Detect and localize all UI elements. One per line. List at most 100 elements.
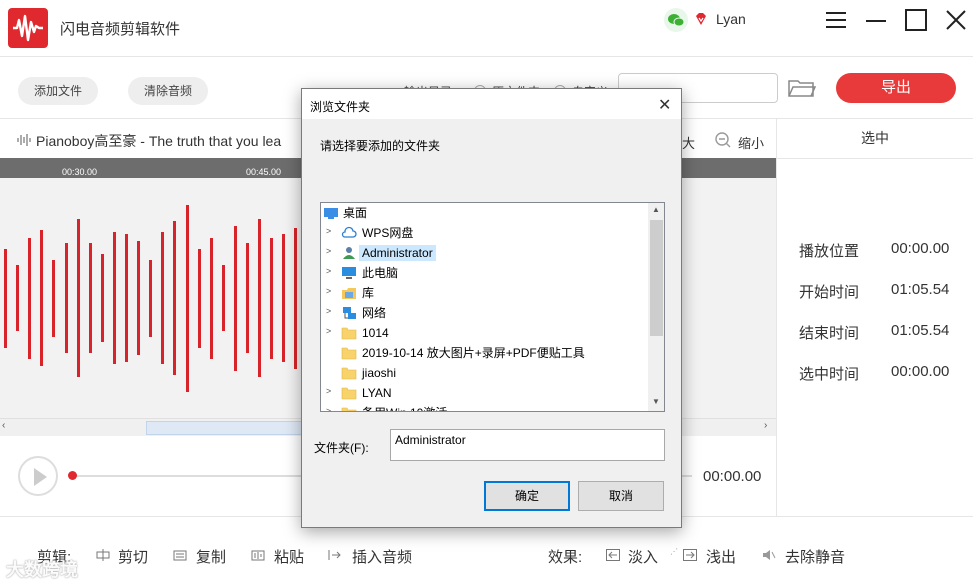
tree-item-label: 库 bbox=[362, 286, 375, 300]
tree-expand-icon[interactable]: > bbox=[326, 306, 331, 316]
tree-item-label: jiaoshi bbox=[362, 366, 397, 380]
tree-expand-icon[interactable]: > bbox=[326, 406, 331, 411]
tree-scrollbar[interactable]: ▲ ▼ bbox=[648, 203, 664, 411]
tree-item[interactable]: jiaoshi bbox=[321, 363, 647, 383]
waveform-bar bbox=[125, 234, 128, 362]
tree-expand-icon[interactable]: > bbox=[326, 226, 331, 236]
insert-audio-button[interactable]: 插入音频 bbox=[352, 546, 412, 567]
vip-diamond-icon bbox=[696, 13, 706, 25]
copy-icon bbox=[173, 550, 187, 561]
mute-icon bbox=[763, 550, 776, 560]
ok-button[interactable]: 确定 bbox=[484, 481, 570, 511]
network-icon bbox=[341, 306, 357, 320]
tree-item[interactable]: 2019-10-14 放大图片+录屏+PDF便贴工具 bbox=[321, 343, 647, 363]
fade-out-button[interactable]: 浅出 bbox=[706, 546, 736, 567]
user-name[interactable]: Lyan bbox=[716, 11, 746, 27]
add-file-button[interactable]: 添加文件 bbox=[18, 77, 98, 105]
waveform-bar bbox=[270, 238, 273, 359]
scroll-right-arrow-icon[interactable]: › bbox=[764, 420, 767, 431]
end-time-label: 结束时间 bbox=[799, 325, 860, 342]
play-position-value: 00:00.00 bbox=[891, 240, 950, 257]
scroll-up-arrow-icon[interactable]: ▲ bbox=[652, 205, 660, 214]
waveform-bar bbox=[282, 234, 285, 362]
folder-icon bbox=[341, 326, 357, 340]
paste-icon bbox=[251, 550, 265, 561]
app-logo bbox=[8, 8, 48, 48]
browse-folder-icon[interactable] bbox=[788, 78, 816, 98]
clear-audio-button[interactable]: 清除音频 bbox=[128, 77, 208, 105]
dialog-close-icon[interactable]: ✕ bbox=[658, 95, 671, 115]
waveform-bar bbox=[4, 249, 7, 348]
play-position-label: 播放位置 bbox=[799, 243, 860, 260]
tree-item[interactable]: > Administrator bbox=[321, 243, 647, 263]
tree-item-label: 桌面 bbox=[343, 206, 368, 220]
waveform-bar bbox=[149, 260, 152, 337]
playback-time: 00:00.00 bbox=[703, 468, 762, 485]
waveform-bar bbox=[101, 254, 104, 342]
tick-label: 00:45.00 bbox=[246, 167, 282, 177]
tree-item[interactable]: >1014 bbox=[321, 323, 647, 343]
wechat-icon[interactable] bbox=[664, 8, 688, 32]
browse-folder-dialog: 浏览文件夹 ✕ 请选择要添加的文件夹 > 备用Win 10激活 > LYAN jiaos… bbox=[301, 88, 682, 556]
waveform-bar bbox=[137, 241, 140, 355]
library-icon bbox=[341, 286, 357, 300]
tree-expand-icon[interactable]: > bbox=[326, 386, 331, 396]
cut-button[interactable]: 剪切 bbox=[118, 546, 148, 567]
scroll-thumb[interactable] bbox=[146, 421, 306, 435]
copy-button[interactable]: 复制 bbox=[196, 546, 226, 567]
tree-item[interactable]: > WPS网盘 bbox=[321, 223, 647, 243]
paste-button[interactable]: 粘贴 bbox=[274, 546, 304, 567]
dialog-body: 请选择要添加的文件夹 > 备用Win 10激活 > LYAN jiaoshi 2019-1… bbox=[302, 119, 681, 556]
fade-in-button[interactable]: 淡入 bbox=[628, 546, 658, 567]
selected-time-label: 选中时间 bbox=[799, 366, 860, 383]
tree-item[interactable]: > 此电脑 bbox=[321, 263, 647, 283]
computer-icon bbox=[341, 266, 357, 280]
waveform-bar bbox=[258, 219, 261, 377]
export-button[interactable]: 导出 bbox=[836, 73, 956, 103]
tree-expand-icon[interactable]: > bbox=[326, 266, 331, 276]
play-icon bbox=[34, 468, 47, 486]
folder-tree[interactable]: > 备用Win 10激活 > LYAN jiaoshi 2019-10-14 放大图片+录… bbox=[320, 202, 665, 412]
tree-item[interactable]: > 备用Win 10激活 bbox=[321, 403, 647, 411]
remove-silence-button[interactable]: 去除静音 bbox=[785, 546, 845, 567]
zoom-in-button[interactable]: 大 bbox=[682, 133, 695, 152]
tree-item[interactable]: > 库 bbox=[321, 283, 647, 303]
cancel-button[interactable]: 取消 bbox=[578, 481, 664, 511]
tree-item[interactable]: > 网络 bbox=[321, 303, 647, 323]
zoom-out-button[interactable]: 缩小 bbox=[738, 133, 764, 152]
dialog-title-bar: 浏览文件夹 ✕ bbox=[302, 89, 681, 119]
zoom-out-icon[interactable] bbox=[714, 131, 732, 149]
minimize-icon[interactable] bbox=[862, 6, 890, 34]
menu-icon[interactable] bbox=[822, 6, 850, 34]
effects-label: 效果: bbox=[548, 549, 583, 566]
scroll-left-arrow-icon[interactable]: ‹ bbox=[2, 420, 5, 431]
tree-expand-icon[interactable]: > bbox=[326, 326, 331, 336]
tree-item-label: 此电脑 bbox=[362, 266, 399, 280]
waveform-bar bbox=[52, 260, 55, 337]
folder-icon bbox=[341, 386, 357, 400]
tree-item[interactable]: 桌面 bbox=[321, 203, 647, 223]
scroll-down-arrow-icon[interactable]: ▼ bbox=[652, 397, 660, 406]
selection-panel: 选中 播放位置 00:00.00 开始时间 01:05.54 结束时间 01:0… bbox=[776, 118, 973, 516]
play-button[interactable] bbox=[18, 456, 58, 496]
app-title: 闪电音频剪辑软件 bbox=[60, 21, 181, 38]
waveform-bar bbox=[234, 226, 237, 371]
tick-label: 00:30.00 bbox=[62, 167, 98, 177]
playback-handle[interactable] bbox=[68, 471, 77, 480]
tree-expand-icon[interactable]: > bbox=[326, 286, 331, 296]
close-icon[interactable] bbox=[942, 6, 970, 34]
folder-icon bbox=[341, 406, 357, 411]
cut-icon bbox=[96, 549, 110, 561]
start-time-label: 开始时间 bbox=[799, 284, 860, 301]
tree-item-label: 1014 bbox=[362, 326, 389, 340]
folder-name-input[interactable]: Administrator bbox=[390, 429, 665, 461]
resize-grip-icon[interactable]: ⋰ bbox=[670, 547, 678, 556]
tree-item-label: 2019-10-14 放大图片+录屏+PDF便贴工具 bbox=[362, 346, 585, 360]
desktop-icon bbox=[323, 206, 339, 220]
maximize-icon[interactable] bbox=[902, 6, 930, 34]
waveform-bar bbox=[294, 228, 297, 369]
tree-item[interactable]: > LYAN bbox=[321, 383, 647, 403]
tree-scroll-thumb[interactable] bbox=[650, 220, 663, 336]
tree-expand-icon[interactable]: > bbox=[326, 246, 331, 256]
waveform-bar bbox=[161, 232, 164, 364]
